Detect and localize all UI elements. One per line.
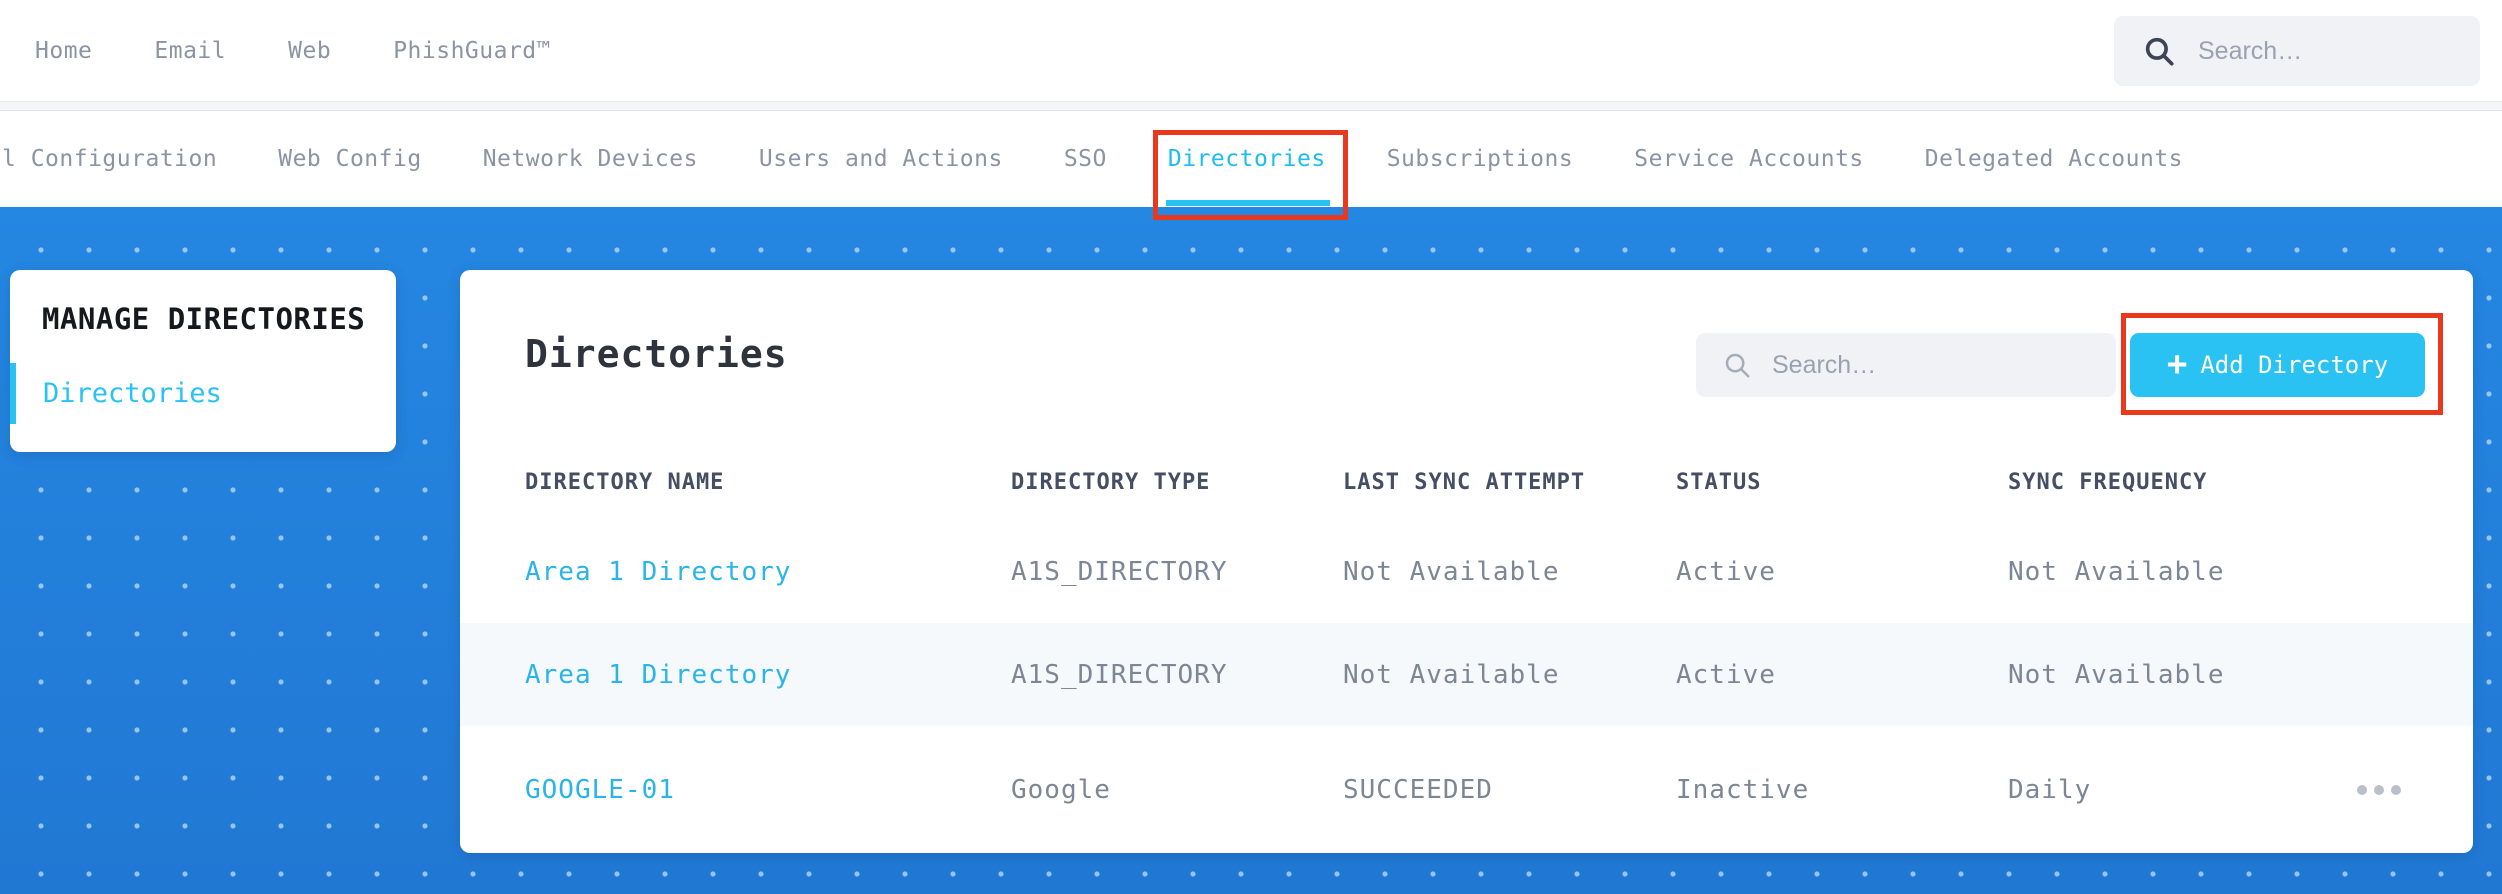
subnav-tab-label: Network Devices xyxy=(482,146,698,172)
add-directory-label: Add Directory xyxy=(2200,351,2389,379)
subnav-tab[interactable]: Subscriptions xyxy=(1387,111,1574,207)
annotation-box-directories-tab xyxy=(1152,130,1348,220)
topnav-item[interactable]: Home xyxy=(35,38,92,64)
column-header: LAST SYNC ATTEMPT xyxy=(1343,469,1586,495)
active-item-accent-bar xyxy=(10,363,16,424)
directory-type-cell: A1S_DIRECTORY xyxy=(1011,556,1228,587)
active-tab-underline xyxy=(1165,200,1330,206)
sidebar-heading: MANAGE DIRECTORIES xyxy=(42,302,366,336)
column-header: DIRECTORY TYPE xyxy=(1011,469,1211,495)
row-actions-menu ellipsis-icon[interactable] xyxy=(2355,779,2403,801)
plus-icon: + xyxy=(2166,343,2188,384)
table-row: GOOGLE-01 Google SUCCEEDED Inactive Dail… xyxy=(460,726,2473,853)
subnav-tab-label: Service Accounts xyxy=(1634,146,1864,172)
subnav-tab-label: l Configuration xyxy=(2,146,218,172)
subnav-tab[interactable]: Web Config xyxy=(278,111,421,207)
table-row: Area 1 Directory A1S_DIRECTORY Not Avail… xyxy=(460,623,2473,726)
topnav-items: Home Email Web PhishGuard™ xyxy=(35,38,551,64)
directory-name-link[interactable]: GOOGLE-01 xyxy=(525,775,1011,805)
manage-directories-card: MANAGE DIRECTORIES Directories xyxy=(10,270,396,452)
search-icon xyxy=(1725,353,1750,378)
column-header: SYNC FREQUENCY xyxy=(2008,469,2208,495)
directories-table: Area 1 Directory A1S_DIRECTORY Not Avail… xyxy=(460,520,2473,853)
directories-search[interactable] xyxy=(1696,333,2116,397)
table-header-row: DIRECTORY NAME DIRECTORY TYPE LAST SYNC … xyxy=(460,462,2473,502)
table-row: Area 1 Directory A1S_DIRECTORY Not Avail… xyxy=(460,520,2473,623)
subnav-tab[interactable]: SSO xyxy=(1064,111,1107,207)
last-sync-cell: Not Available xyxy=(1343,556,1560,587)
sidebar-item-directories[interactable]: Directories xyxy=(10,363,222,424)
topnav-item[interactable]: Web xyxy=(288,38,331,64)
search-icon xyxy=(2145,37,2174,66)
subnav-tab[interactable]: Delegated Accounts xyxy=(1925,111,2183,207)
subnav-tab-label: Subscriptions xyxy=(1386,146,1574,172)
topnav-item[interactable]: Email xyxy=(154,38,226,64)
secondary-navbar: l Configuration Web Config Network Devic… xyxy=(0,111,2502,220)
directory-type-cell: A1S_DIRECTORY xyxy=(1011,659,1228,690)
directories-panel: Directories + Add Directory DIRECTORY NA… xyxy=(460,270,2473,853)
subnav-tab[interactable]: Users and Actions xyxy=(759,111,1003,207)
directory-name-link[interactable]: Area 1 Directory xyxy=(525,557,1011,587)
subnav-tab-label: Users and Actions xyxy=(758,146,1003,172)
topnav-item[interactable]: PhishGuard™ xyxy=(393,38,551,64)
directory-name-link[interactable]: Area 1 Directory xyxy=(525,660,1011,690)
directory-type-cell: Google xyxy=(1011,774,1111,805)
column-header: STATUS xyxy=(1676,469,1762,495)
workspace-background: MANAGE DIRECTORIES Directories Directori… xyxy=(0,207,2502,894)
top-navbar: Home Email Web PhishGuard™ xyxy=(0,0,2502,102)
header-divider xyxy=(0,102,2502,111)
subnav-tab[interactable]: Network Devices xyxy=(483,111,698,207)
last-sync-cell: SUCCEEDED xyxy=(1343,774,1493,805)
status-cell: Inactive xyxy=(1676,774,1810,805)
subnav-tab[interactable]: Directories xyxy=(1152,111,1348,220)
subnav-tab-label: Delegated Accounts xyxy=(1924,146,2184,172)
sync-frequency-cell: Daily xyxy=(2008,774,2092,805)
subnav-tab-label: Web Config xyxy=(278,146,422,172)
status-cell: Active xyxy=(1676,659,1776,690)
subnav-tab[interactable]: Service Accounts xyxy=(1634,111,1864,207)
panel-title: Directories xyxy=(525,332,788,376)
last-sync-cell: Not Available xyxy=(1343,659,1560,690)
add-directory-button[interactable]: + Add Directory xyxy=(2130,333,2425,397)
subnav-tab[interactable]: l Configuration xyxy=(2,111,217,207)
global-search[interactable] xyxy=(2114,16,2480,86)
subnav-tab-label: SSO xyxy=(1063,146,1107,172)
status-cell: Active xyxy=(1676,556,1776,587)
sync-frequency-cell: Not Available xyxy=(2008,659,2225,690)
sync-frequency-cell: Not Available xyxy=(2008,556,2225,587)
directories-search-input[interactable] xyxy=(1772,350,2116,380)
subnav-tab-label: Directories xyxy=(1167,146,1326,172)
column-header: DIRECTORY NAME xyxy=(525,469,725,495)
global-search-input[interactable] xyxy=(2198,36,2480,66)
